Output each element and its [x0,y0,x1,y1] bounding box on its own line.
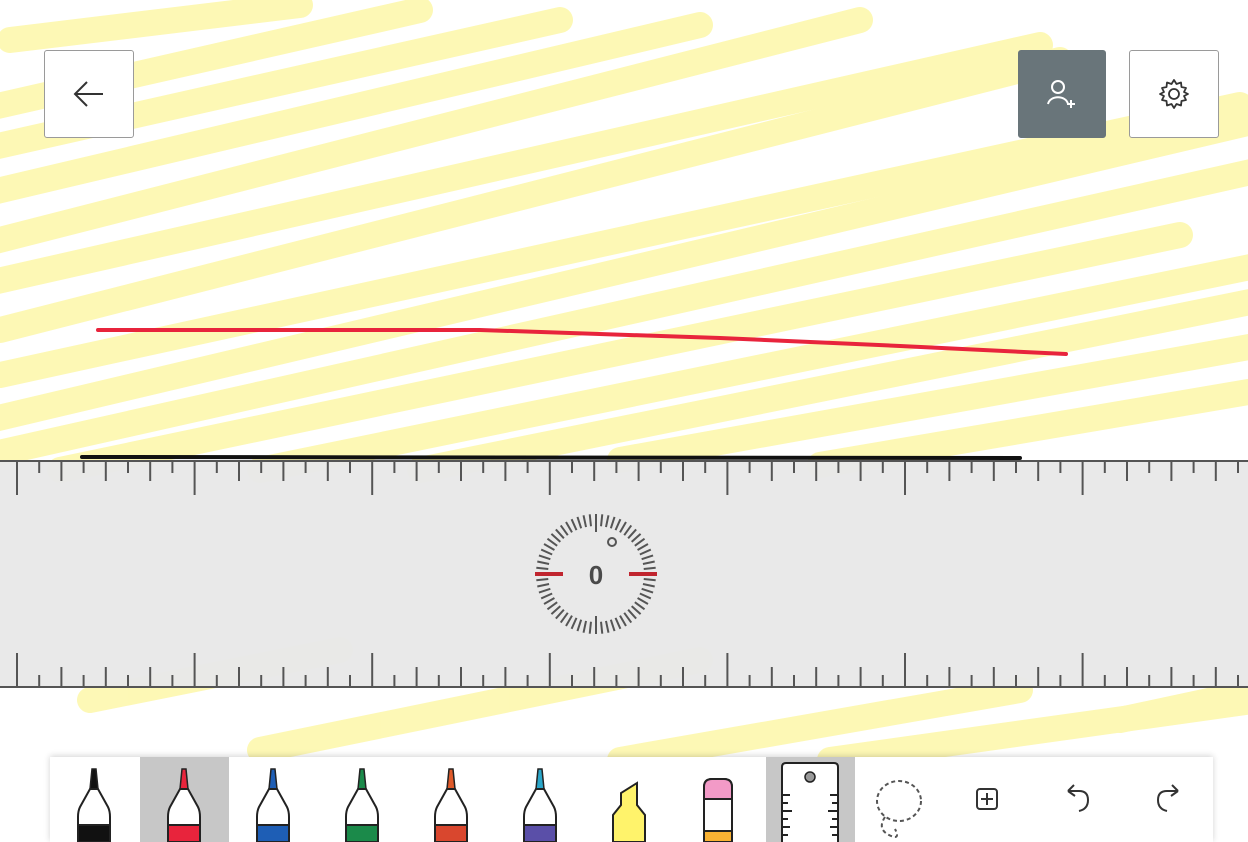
galaxy-pen-icon [523,768,557,842]
lasso-select-icon [876,780,922,838]
rainbow-pen-tool[interactable] [407,757,496,842]
rainbow-pen-icon [434,768,468,842]
redo-icon [1156,784,1179,812]
black-pen-icon [77,768,111,842]
yellow-highlighter-icon [612,781,646,842]
green-pen-tool[interactable] [318,757,407,842]
black-pen-tool[interactable] [50,757,139,842]
blue-pen-tool[interactable] [229,757,318,842]
eraser-tool[interactable] [674,757,763,842]
inking-toolbar [50,757,1213,842]
lasso-select-tool[interactable] [855,757,944,842]
invite-button[interactable] [1018,50,1106,138]
settings-button[interactable] [1129,50,1219,138]
ruler-tool[interactable] [766,757,855,842]
redo-button[interactable] [1122,757,1211,842]
arrow-left-icon [73,81,103,107]
undo-button[interactable] [1033,757,1122,842]
galaxy-pen-tool[interactable] [496,757,585,842]
blue-pen-icon [256,768,290,842]
undo-icon [1067,784,1090,812]
red-pen-icon [167,768,201,842]
add-person-icon [1047,80,1075,108]
eraser-icon [703,778,733,842]
green-pen-icon [345,768,379,842]
highlighter-tool[interactable] [585,757,674,842]
red-pen-tool[interactable] [140,757,229,842]
add-box-icon [976,788,998,810]
back-button[interactable] [44,50,134,138]
add-content-tool[interactable] [944,757,1033,842]
ruler-icon [781,762,839,842]
angle-readout: 0 [588,560,604,590]
gear-icon [1159,79,1189,109]
